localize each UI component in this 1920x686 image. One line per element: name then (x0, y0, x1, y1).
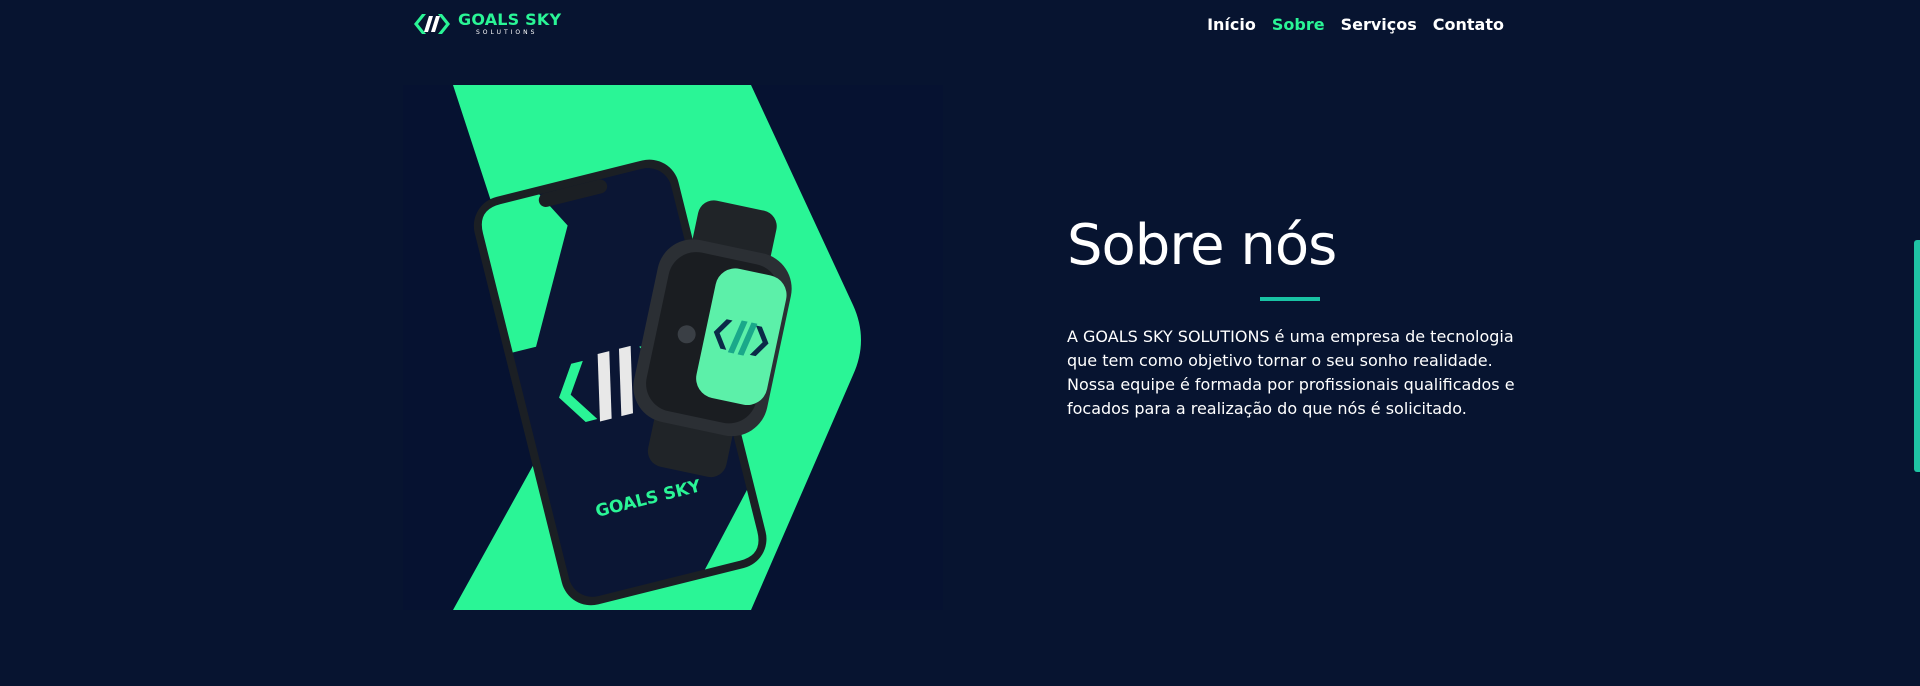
main-nav: Início Sobre Serviços Contato (1207, 15, 1504, 34)
logo-sub-text: SOLUTIONS (476, 29, 538, 36)
nav-servicos[interactable]: Serviços (1341, 15, 1417, 34)
nav-sobre[interactable]: Sobre (1272, 15, 1325, 34)
nav-inicio[interactable]: Início (1207, 15, 1256, 34)
logo[interactable]: GOALS SKY SOLUTIONS (412, 8, 561, 40)
title-underline (1260, 296, 1320, 301)
about-title: Sobre nós (1067, 213, 1337, 278)
about-description: A GOALS SKY SOLUTIONS é uma empresa de t… (1067, 326, 1515, 418)
about-section: Sobre nós A GOALS SKY SOLUTIONS é uma em… (1067, 215, 1527, 421)
page: GOALS SKY SOLUTIONS Início Sobre Serviço… (0, 0, 1920, 686)
logo-text: GOALS SKY SOLUTIONS (458, 12, 561, 36)
scroll-indicator[interactable] (1914, 240, 1920, 472)
nav-contato[interactable]: Contato (1433, 15, 1504, 34)
about-hero-image: GOALS SKY (403, 85, 943, 610)
site-header: GOALS SKY SOLUTIONS Início Sobre Serviço… (0, 0, 1920, 50)
logo-main-text: GOALS SKY (458, 10, 562, 29)
goals-sky-logo-icon (412, 8, 452, 40)
